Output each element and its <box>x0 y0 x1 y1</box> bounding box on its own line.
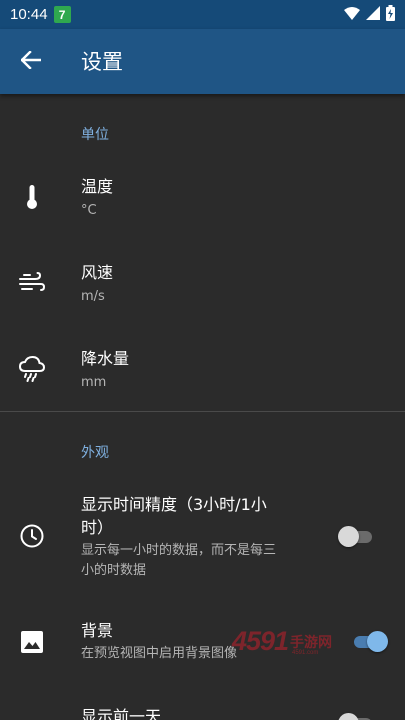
pref-summary-line2: 小的时数据 <box>81 563 147 578</box>
pref-summary: mm <box>81 375 107 390</box>
pref-summary: 在预览视图中启用背景图像 <box>81 646 238 661</box>
pref-summary-line1: 显示每一小时的数据，而不是每三 <box>81 543 277 558</box>
pref-title: 显示前一天 <box>81 707 162 720</box>
watermark-digits: 4591 <box>232 626 289 656</box>
back-button[interactable] <box>16 47 46 77</box>
watermark-sub: 4591.com <box>292 650 319 656</box>
show-previous-day-switch[interactable] <box>338 712 376 720</box>
pref-title: 降水量 <box>81 349 130 368</box>
pref-wind-speed[interactable]: 风速 m/s <box>0 252 405 318</box>
pref-title: 风速 <box>81 263 114 282</box>
page-title: 设置 <box>81 50 123 74</box>
switch-thumb <box>338 713 359 720</box>
status-bar: 10:44 7 <box>0 0 405 29</box>
signal-icon <box>366 5 380 24</box>
switch-thumb <box>367 631 388 652</box>
image-icon <box>19 629 45 655</box>
pref-temperature[interactable]: 温度 °C <box>0 166 405 232</box>
battery-charging-icon <box>386 4 395 25</box>
arrow-back-icon <box>20 50 42 73</box>
background-switch[interactable] <box>350 630 388 652</box>
section-divider <box>0 411 405 412</box>
section-header-units: 单位 <box>81 127 109 143</box>
wind-icon <box>19 270 45 296</box>
pref-title: 温度 <box>81 177 114 196</box>
pref-title: 背景 <box>81 621 114 640</box>
pref-title-line1: 显示时间精度（3小时/1小 <box>81 495 267 514</box>
status-icons <box>344 4 395 25</box>
pref-title-line2: 时） <box>81 518 114 537</box>
pref-show-previous-day[interactable]: 显示前一天 <box>0 700 405 720</box>
app-bar: 设置 <box>0 29 405 94</box>
pref-summary: °C <box>81 203 97 218</box>
pref-precipitation[interactable]: 降水量 mm <box>0 338 405 404</box>
site-watermark: 4591 手游网 4591.com <box>232 626 354 660</box>
clock-icon <box>19 523 45 549</box>
section-header-appearance: 外观 <box>81 445 109 461</box>
rain-cloud-icon <box>19 356 45 382</box>
pref-summary: m/s <box>81 289 105 304</box>
pref-time-precision[interactable]: 显示时间精度（3小时/1小 时） 显示每一小时的数据，而不是每三 小的时数据 <box>0 488 405 588</box>
thermometer-icon <box>19 184 45 210</box>
app-notification-badge: 7 <box>53 6 71 23</box>
watermark-text: 手游网 <box>290 635 332 651</box>
status-time: 10:44 <box>10 6 48 23</box>
wifi-icon <box>344 5 360 24</box>
time-precision-switch[interactable] <box>338 525 376 547</box>
switch-thumb <box>338 526 359 547</box>
